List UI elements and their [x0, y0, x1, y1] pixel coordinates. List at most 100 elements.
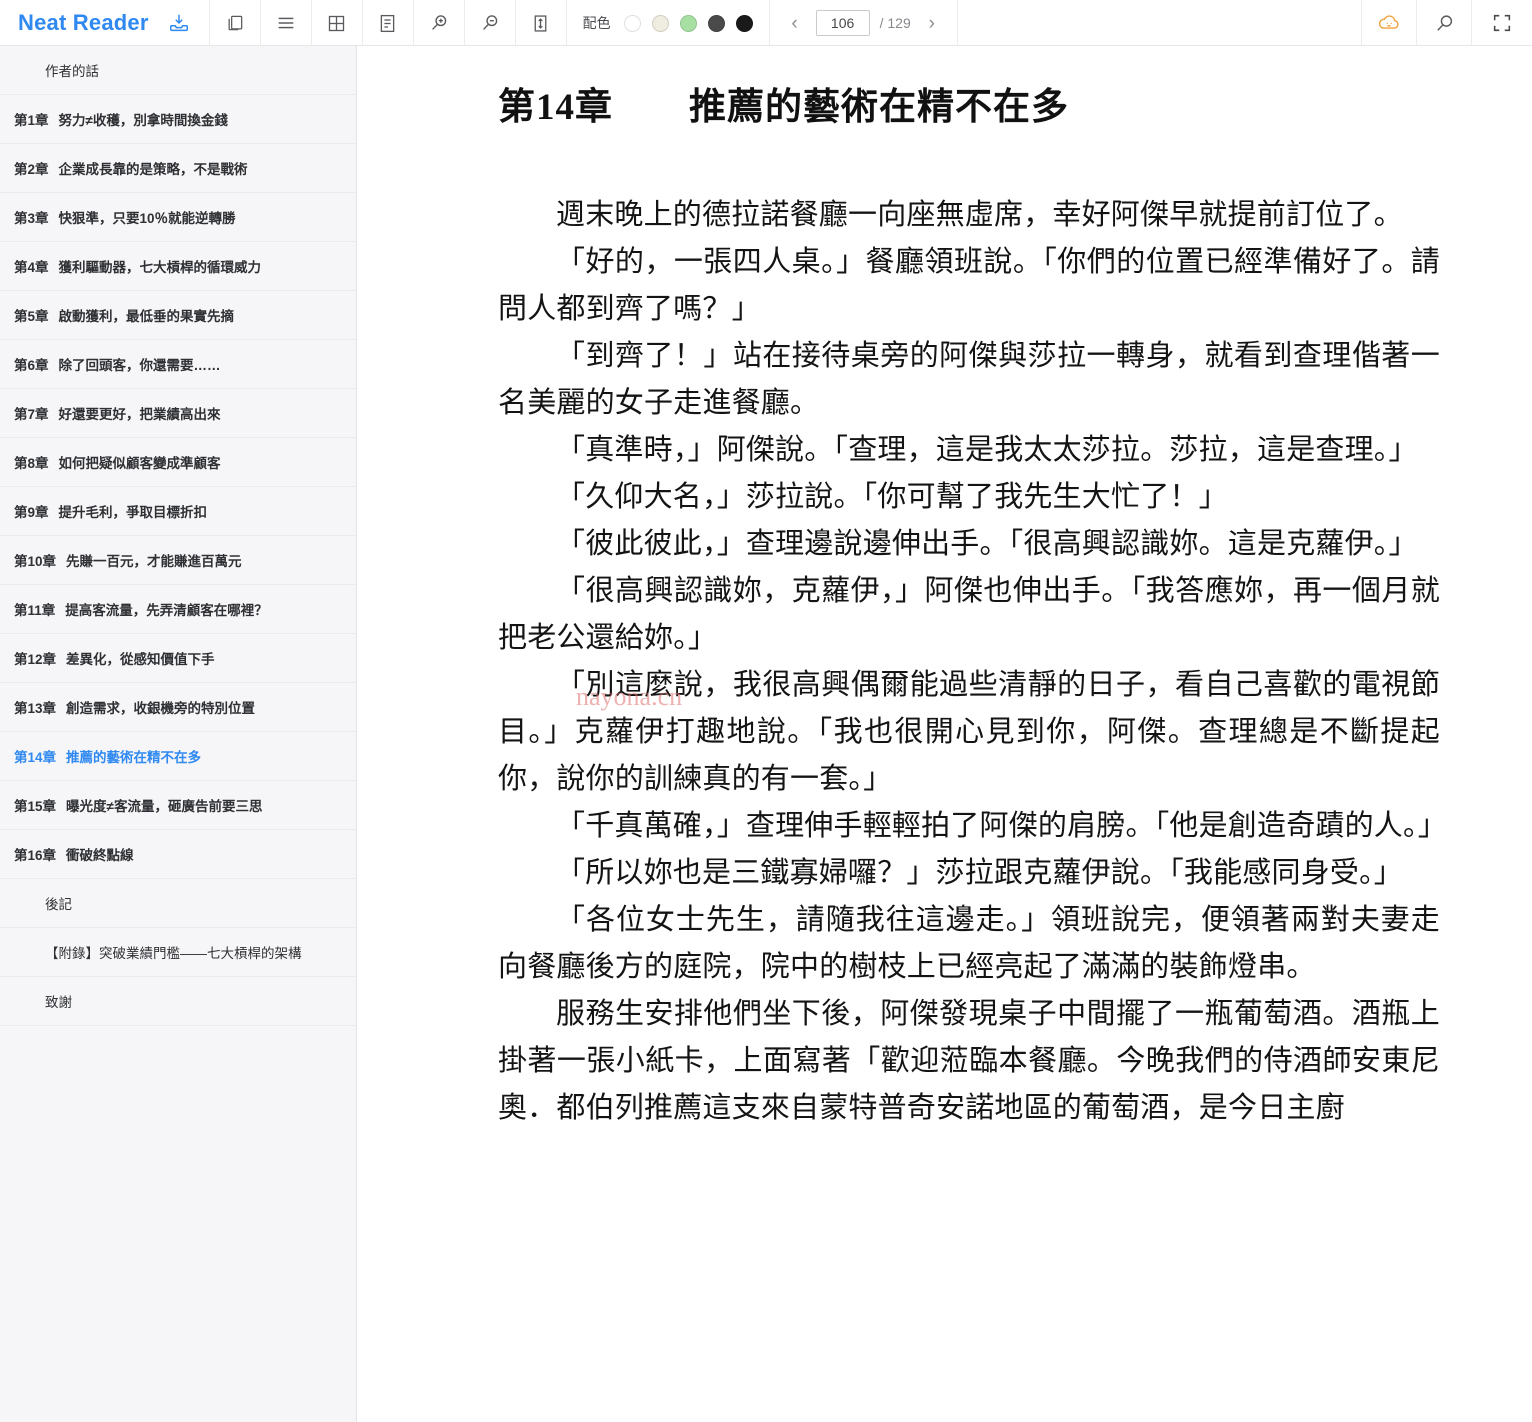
toc-item-label: 如何把疑似顧客變成準顧客 — [58, 456, 221, 471]
toc-item-label: 企業成長靠的是策略，不是戰術 — [58, 162, 248, 177]
toolbar-tools — [210, 0, 567, 46]
toc-item-14[interactable]: 第13章 創造需求，收銀機旁的特別位置 — [0, 683, 356, 732]
toc-item-label: 提升毛利，爭取目標折扣 — [58, 505, 208, 520]
toc-item-number: 第8章 — [14, 456, 49, 471]
app-title: Neat Reader — [18, 10, 149, 35]
toc-item-label: 差異化，從感知價值下手 — [66, 652, 215, 667]
total-pages-label: / 129 — [879, 15, 911, 31]
toc-item-label: 啟動獲利，最低垂的果實先摘 — [58, 309, 235, 324]
toc-item-label: 除了回頭客，你還需要…… — [58, 358, 221, 373]
toc-item-2[interactable]: 第1章 努力≠收穫，別拿時間換金錢 — [0, 95, 356, 144]
page-number-input[interactable] — [815, 10, 870, 36]
paragraph: 「彼此彼此，」查理邊說邊伸出手。「很高興認識妳。這是克蘿伊。」 — [556, 528, 1418, 560]
toc-item-4[interactable]: 第3章 快狠準，只要10％就能逆轉勝 — [0, 193, 356, 242]
paragraph: 服務生安排他們坐下後，阿傑發現桌子中間擺了一瓶葡萄酒。酒瓶上掛著一張小紙卡，上面… — [498, 998, 1440, 1124]
toc-item-number: 第2章 — [14, 162, 49, 177]
paragraph: 「真準時，」阿傑說。「查理，這是我太太莎拉。莎拉，這是查理。」 — [556, 434, 1418, 466]
next-page-button[interactable]: › — [921, 8, 943, 38]
fullscreen-icon[interactable] — [1472, 0, 1532, 46]
toc-item-number: 第11章 — [14, 603, 56, 618]
zoom-out-icon[interactable] — [465, 0, 515, 46]
toc-item-label: 【附錄】突破業績門檻——七大槓桿的架構 — [45, 946, 302, 961]
toc-item-13[interactable]: 第12章 差異化，從感知價值下手 — [0, 634, 356, 683]
scheme-green-swatch[interactable] — [679, 14, 697, 32]
toc-item-number: 第14章 — [14, 750, 57, 765]
paragraph: 「到齊了！」站在接待桌旁的阿傑與莎拉一轉身，就看到查理偕著一名美麗的女子走進餐廳… — [498, 340, 1440, 419]
chapter-title: 第14章 推薦的藝術在精不在多 — [498, 87, 1069, 128]
table-of-contents[interactable]: 作者的話 第1章 努力≠收穫，別拿時間換金錢 第2章 企業成長靠的是策略，不是戰術 第3章… — [0, 46, 357, 1422]
paragraph: 「所以妳也是三鐵寡婦囉？」莎拉跟克蘿伊說。「我能感同身受。」 — [556, 857, 1404, 889]
toc-item-1[interactable]: 作者的話 — [0, 46, 356, 95]
toc-item-12[interactable]: 第11章 提高客流量，先弄清顧客在哪裡？ — [0, 585, 356, 634]
toc-item-number: 第1章 — [14, 113, 49, 128]
toc-item-label: 獲利驅動器，七大槓桿的循環威力 — [58, 260, 262, 275]
toc-item-label: 作者的話 — [45, 64, 99, 79]
toc-item-label: 後記 — [45, 897, 72, 912]
toc-item-number: 第3章 — [14, 211, 49, 226]
menu-icon[interactable] — [261, 0, 311, 46]
toc-item-label: 提高客流量，先弄清顧客在哪裡？ — [65, 603, 268, 618]
toc-item-number: 第6章 — [14, 358, 49, 373]
toc-item-number: 第4章 — [14, 260, 49, 275]
toc-item-3[interactable]: 第2章 企業成長靠的是策略，不是戰術 — [0, 144, 356, 193]
paragraph: 「別這麼說，我很高興偶爾能過些清靜的日子，看自己喜歡的電視節目。」克蘿伊打趣地說… — [498, 669, 1440, 795]
color-scheme-label: 配色 — [582, 15, 611, 31]
toc-item-number: 第5章 — [14, 309, 49, 324]
paragraph: 週末晚上的德拉諾餐廳一向座無虛席，幸好阿傑早就提前訂位了。 — [556, 199, 1403, 231]
color-scheme-group: 配色 — [567, 0, 769, 46]
toc-item-16[interactable]: 第15章 曝光度≠客流量，砸廣告前要三思 — [0, 781, 356, 830]
book-page: 第14章 推薦的藝術在精不在多 週末晚上的德拉諾餐廳一向座無虛席，幸好阿傑早就提… — [358, 46, 1532, 1132]
pager: ‹ / 129 › — [770, 0, 957, 46]
toc-item-7[interactable]: 第6章 除了回頭客，你還需要…… — [0, 340, 356, 389]
toc-item-5[interactable]: 第4章 獲利驅動器，七大槓桿的循環威力 — [0, 242, 356, 291]
toc-item-label: 創造需求，收銀機旁的特別位置 — [66, 701, 256, 716]
toc-item-11[interactable]: 第10章 先賺一百元，才能賺進百萬元 — [0, 536, 356, 585]
toc-item-8[interactable]: 第7章 好還要更好，把業績高出來 — [0, 389, 356, 438]
paragraph: 「各位女士先生，請隨我往這邊走。」領班說完，便領著兩對夫妻走向餐廳後方的庭院，院… — [498, 904, 1440, 983]
note-icon[interactable] — [363, 0, 413, 46]
toc-item-label: 努力≠收穫，別拿時間換金錢 — [58, 113, 228, 128]
line-height-icon[interactable] — [516, 0, 566, 46]
prev-page-button[interactable]: ‹ — [784, 8, 806, 38]
scheme-white-swatch[interactable] — [623, 14, 641, 32]
paragraph: 「千真萬確，」查理伸手輕輕拍了阿傑的肩膀。「他是創造奇蹟的人。」 — [556, 810, 1447, 842]
toc-item-label: 衝破終點線 — [66, 848, 134, 863]
save-to-library-icon[interactable] — [163, 0, 195, 46]
search-icon[interactable] — [1417, 0, 1471, 46]
scheme-gray-swatch[interactable] — [707, 14, 725, 32]
chapter-body: 週末晚上的德拉諾餐廳一向座無虛席，幸好阿傑早就提前訂位了。「好的，一張四人桌。」… — [498, 192, 1447, 1132]
toc-item-6[interactable]: 第5章 啟動獲利，最低垂的果實先摘 — [0, 291, 356, 340]
toolbar: Neat Reader 配色 ‹ 106 / 129 › — [0, 0, 1532, 46]
toc-item-15[interactable]: 第14章 推薦的藝術在精不在多 — [0, 732, 356, 781]
toc-item-10[interactable]: 第9章 提升毛利，爭取目標折扣 — [0, 487, 356, 536]
paragraph: 「很高興認識妳，克蘿伊，」阿傑也伸出手。「我答應妳，再一個月就把老公還給妳。」 — [498, 575, 1440, 654]
toc-item-9[interactable]: 第8章 如何把疑似顧客變成準顧客 — [0, 438, 356, 487]
toc-item-number: 第7章 — [14, 407, 49, 422]
paragraph: 「好的，一張四人桌。」餐廳領班說。「你們的位置已經準備好了。請問人都到齊了嗎？」 — [498, 246, 1440, 325]
scheme-black-swatch[interactable] — [735, 14, 753, 32]
toc-item-label: 曝光度≠客流量，砸廣告前要三思 — [66, 799, 263, 814]
toc-item-number: 第13章 — [14, 701, 57, 716]
toc-item-label: 好還要更好，把業績高出來 — [58, 407, 221, 422]
cloud-sync-icon[interactable] — [1362, 0, 1416, 46]
toc-item-19[interactable]: 【附錄】突破業績門檻——七大槓桿的架構 — [0, 928, 356, 977]
toc-item-number: 第10章 — [14, 554, 57, 569]
scheme-cream-swatch[interactable] — [651, 14, 669, 32]
toc-item-label: 推薦的藝術在精不在多 — [66, 750, 202, 765]
toc-item-18[interactable]: 後記 — [0, 879, 356, 928]
toc-item-number: 第12章 — [14, 652, 57, 667]
toc-item-label: 先賺一百元，才能賺進百萬元 — [66, 554, 242, 569]
toc-item-number: 第15章 — [14, 799, 57, 814]
reader-pane: 第14章 推薦的藝術在精不在多 週末晚上的德拉諾餐廳一向座無虛席，幸好阿傑早就提… — [358, 46, 1532, 1422]
toc-item-17[interactable]: 第16章 衝破終點線 — [0, 830, 356, 879]
paragraph: 「久仰大名，」莎拉說。「你可幫了我先生大忙了！」 — [556, 481, 1228, 513]
copy-icon[interactable] — [210, 0, 260, 46]
toc-item-number: 第16章 — [14, 848, 57, 863]
toc-item-number: 第9章 — [14, 505, 49, 520]
toc-item-label: 快狠準，只要10％就能逆轉勝 — [58, 211, 236, 226]
grid-icon[interactable] — [312, 0, 362, 46]
toc-item-label: 致謝 — [45, 995, 72, 1010]
zoom-in-icon[interactable] — [414, 0, 464, 46]
toc-item-20[interactable]: 致謝 — [0, 977, 356, 1026]
